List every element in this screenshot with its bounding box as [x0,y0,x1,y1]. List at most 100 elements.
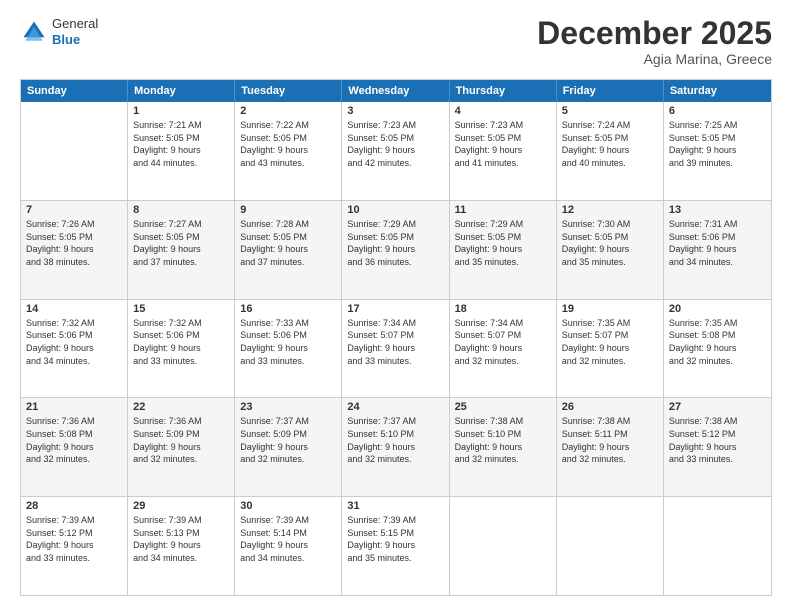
calendar-cell: 24 Sunrise: 7:37 AMSunset: 5:10 PMDayligh… [342,398,449,496]
calendar-row-0: 1Sunrise: 7:21 AMSunset: 5:05 PMDaylight… [21,102,771,200]
calendar-row-2: 14 Sunrise: 7:32 AMSunset: 5:06 PMDayligh… [21,299,771,398]
calendar-cell: 23Sunrise: 7:37 AMSunset: 5:09 PMDayligh… [235,398,342,496]
day-info: Sunrise: 7:39 AMSunset: 5:14 PMDaylight:… [240,514,336,564]
day-number: 21 [26,401,122,413]
header-day-friday: Friday [557,80,664,102]
calendar-body: 1Sunrise: 7:21 AMSunset: 5:05 PMDaylight… [21,102,771,595]
header: General Blue December 2025 Agia Marina, … [20,16,772,67]
day-info: Sunrise: 7:32 AMSunset: 5:06 PMDaylight:… [26,317,122,367]
day-number: 11 [455,204,551,216]
day-info: Sunrise: 7:23 AMSunset: 5:05 PMDaylight:… [455,119,551,169]
day-number: 28 [26,500,122,512]
day-info: Sunrise: 7:35 AMSunset: 5:08 PMDaylight:… [669,317,766,367]
day-info: Sunrise: 7:37 AMSunset: 5:09 PMDaylight:… [240,415,336,465]
calendar-cell [21,102,128,200]
calendar-cell: 31 Sunrise: 7:39 AMSunset: 5:15 PMDayligh… [342,497,449,595]
calendar-cell: 9 Sunrise: 7:28 AMSunset: 5:05 PMDaylight… [235,201,342,299]
day-number: 4 [455,105,551,117]
calendar-cell [557,497,664,595]
day-info: Sunrise: 7:33 AMSunset: 5:06 PMDaylight:… [240,317,336,367]
calendar-cell: 18 Sunrise: 7:34 AMSunset: 5:07 PMDayligh… [450,300,557,398]
calendar-cell: 5Sunrise: 7:24 AMSunset: 5:05 PMDaylight… [557,102,664,200]
header-day-wednesday: Wednesday [342,80,449,102]
day-number: 26 [562,401,658,413]
calendar-row-4: 28 Sunrise: 7:39 AMSunset: 5:12 PMDayligh… [21,496,771,595]
day-number: 9 [240,204,336,216]
day-info: Sunrise: 7:39 AMSunset: 5:15 PMDaylight:… [347,514,443,564]
day-info: Sunrise: 7:27 AMSunset: 5:05 PMDaylight:… [133,218,229,268]
day-info: Sunrise: 7:34 AMSunset: 5:07 PMDaylight:… [455,317,551,367]
header-day-thursday: Thursday [450,80,557,102]
day-number: 7 [26,204,122,216]
day-number: 25 [455,401,551,413]
calendar-cell: 1Sunrise: 7:21 AMSunset: 5:05 PMDaylight… [128,102,235,200]
day-number: 13 [669,204,766,216]
logo-blue: Blue [52,32,98,48]
day-info: Sunrise: 7:25 AMSunset: 5:05 PMDaylight:… [669,119,766,169]
calendar-cell: 21 Sunrise: 7:36 AMSunset: 5:08 PMDayligh… [21,398,128,496]
header-day-monday: Monday [128,80,235,102]
day-number: 22 [133,401,229,413]
calendar-cell: 19 Sunrise: 7:35 AMSunset: 5:07 PMDayligh… [557,300,664,398]
page: General Blue December 2025 Agia Marina, … [0,0,792,612]
day-info: Sunrise: 7:39 AMSunset: 5:12 PMDaylight:… [26,514,122,564]
day-info: Sunrise: 7:26 AMSunset: 5:05 PMDaylight:… [26,218,122,268]
day-number: 3 [347,105,443,117]
day-number: 6 [669,105,766,117]
day-number: 19 [562,303,658,315]
day-info: Sunrise: 7:23 AMSunset: 5:05 PMDaylight:… [347,119,443,169]
day-number: 27 [669,401,766,413]
day-info: Sunrise: 7:37 AMSunset: 5:10 PMDaylight:… [347,415,443,465]
day-info: Sunrise: 7:32 AMSunset: 5:06 PMDaylight:… [133,317,229,367]
calendar-header: SundayMondayTuesdayWednesdayThursdayFrid… [21,80,771,102]
calendar-cell: 13 Sunrise: 7:31 AMSunset: 5:06 PMDayligh… [664,201,771,299]
calendar-cell: 7 Sunrise: 7:26 AMSunset: 5:05 PMDaylight… [21,201,128,299]
day-info: Sunrise: 7:36 AMSunset: 5:08 PMDaylight:… [26,415,122,465]
day-number: 18 [455,303,551,315]
day-info: Sunrise: 7:22 AMSunset: 5:05 PMDaylight:… [240,119,336,169]
calendar-cell [450,497,557,595]
day-info: Sunrise: 7:38 AMSunset: 5:10 PMDaylight:… [455,415,551,465]
day-number: 16 [240,303,336,315]
day-number: 14 [26,303,122,315]
calendar-cell: 29 Sunrise: 7:39 AMSunset: 5:13 PMDayligh… [128,497,235,595]
day-info: Sunrise: 7:30 AMSunset: 5:05 PMDaylight:… [562,218,658,268]
day-number: 20 [669,303,766,315]
day-info: Sunrise: 7:39 AMSunset: 5:13 PMDaylight:… [133,514,229,564]
day-number: 17 [347,303,443,315]
header-day-saturday: Saturday [664,80,771,102]
calendar-cell: 11Sunrise: 7:29 AMSunset: 5:05 PMDayligh… [450,201,557,299]
day-number: 10 [347,204,443,216]
day-number: 12 [562,204,658,216]
day-number: 15 [133,303,229,315]
day-info: Sunrise: 7:38 AMSunset: 5:11 PMDaylight:… [562,415,658,465]
calendar-row-3: 21 Sunrise: 7:36 AMSunset: 5:08 PMDayligh… [21,397,771,496]
calendar-cell: 4 Sunrise: 7:23 AMSunset: 5:05 PMDaylight… [450,102,557,200]
day-number: 8 [133,204,229,216]
day-info: Sunrise: 7:35 AMSunset: 5:07 PMDaylight:… [562,317,658,367]
calendar-cell: 10 Sunrise: 7:29 AMSunset: 5:05 PMDayligh… [342,201,449,299]
day-info: Sunrise: 7:29 AMSunset: 5:05 PMDaylight:… [347,218,443,268]
calendar-cell: 30 Sunrise: 7:39 AMSunset: 5:14 PMDayligh… [235,497,342,595]
calendar-cell: 14 Sunrise: 7:32 AMSunset: 5:06 PMDayligh… [21,300,128,398]
day-info: Sunrise: 7:31 AMSunset: 5:06 PMDaylight:… [669,218,766,268]
calendar-cell [664,497,771,595]
header-day-sunday: Sunday [21,80,128,102]
day-number: 29 [133,500,229,512]
title-area: December 2025 Agia Marina, Greece [537,16,772,67]
calendar-cell: 8 Sunrise: 7:27 AMSunset: 5:05 PMDaylight… [128,201,235,299]
day-number: 24 [347,401,443,413]
logo: General Blue [20,16,98,47]
calendar-cell: 28 Sunrise: 7:39 AMSunset: 5:12 PMDayligh… [21,497,128,595]
location: Agia Marina, Greece [537,51,772,67]
calendar-cell: 2Sunrise: 7:22 AMSunset: 5:05 PMDaylight… [235,102,342,200]
day-number: 30 [240,500,336,512]
calendar-cell: 12 Sunrise: 7:30 AMSunset: 5:05 PMDayligh… [557,201,664,299]
day-info: Sunrise: 7:36 AMSunset: 5:09 PMDaylight:… [133,415,229,465]
calendar-cell: 17Sunrise: 7:34 AMSunset: 5:07 PMDayligh… [342,300,449,398]
day-number: 31 [347,500,443,512]
month-title: December 2025 [537,16,772,51]
day-info: Sunrise: 7:28 AMSunset: 5:05 PMDaylight:… [240,218,336,268]
day-number: 1 [133,105,229,117]
calendar-row-1: 7 Sunrise: 7:26 AMSunset: 5:05 PMDaylight… [21,200,771,299]
